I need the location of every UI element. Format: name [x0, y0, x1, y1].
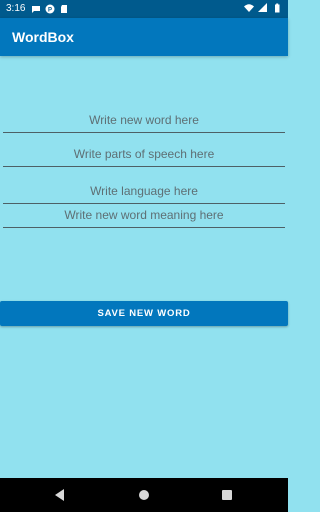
- main-content: SAVE NEW WORD: [0, 56, 288, 478]
- parts-of-speech-input[interactable]: [3, 142, 285, 167]
- message-icon: [32, 6, 40, 13]
- svg-text:P: P: [48, 8, 52, 14]
- save-new-word-button[interactable]: SAVE NEW WORD: [0, 301, 288, 326]
- word-meaning-input[interactable]: [3, 203, 285, 228]
- navigation-bar: [0, 478, 288, 512]
- home-icon[interactable]: [139, 490, 149, 500]
- status-left-icons: P: [31, 4, 69, 14]
- status-bar: 3:16 P: [0, 0, 288, 18]
- new-word-input[interactable]: [3, 108, 285, 133]
- app-bar: WordBox: [0, 18, 288, 56]
- status-right-icons: [244, 3, 282, 13]
- back-icon[interactable]: [55, 489, 65, 501]
- status-time: 3:16: [6, 3, 26, 14]
- notification-icon: P: [45, 4, 55, 14]
- app-title: WordBox: [12, 29, 74, 45]
- language-input[interactable]: [3, 179, 285, 204]
- signal-icon: [258, 3, 267, 12]
- sd-card-icon: [61, 5, 67, 13]
- recents-icon[interactable]: [222, 490, 232, 500]
- wifi-icon: [244, 4, 254, 12]
- battery-icon: [275, 3, 280, 13]
